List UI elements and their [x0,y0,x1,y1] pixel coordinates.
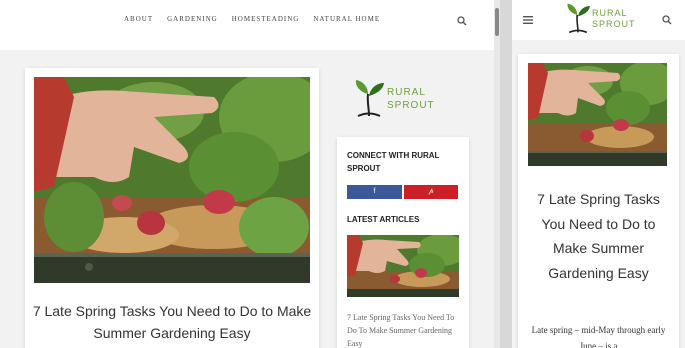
facebook-button[interactable]: f [347,185,402,199]
connect-heading: CONNECT WITH RURAL SPROUT [347,151,440,173]
article-title[interactable]: 7 Late Spring Tasks You Need to Do to Ma… [524,187,673,285]
logo-text-line1: RURAL [387,87,426,98]
sprout-logo-icon [567,3,590,34]
site-header: ABOUT GARDENING HOMESTEADING NATURAL HOM… [0,0,500,50]
sidebar: CONNECT WITH RURAL SPROUT f 𝓅 LATEST ART… [337,137,469,348]
article-hero-image[interactable] [528,63,667,166]
pinterest-button[interactable]: 𝓅 [404,185,458,199]
search-icon[interactable] [662,15,672,25]
latest-article-link[interactable]: 7 Late Spring Tasks You Need To Do To Ma… [347,311,459,348]
nav-homesteading[interactable]: HOMESTEADING [232,15,300,23]
mobile-site-logo[interactable]: RURAL SPROUT [564,2,636,34]
scrollbar-thumb[interactable] [495,8,499,36]
nav-about[interactable]: ABOUT [124,15,153,23]
logo-text-line2: SPROUT [387,100,435,111]
desktop-view: ABOUT GARDENING HOMESTEADING NATURAL HOM… [0,0,500,348]
main-nav: ABOUT GARDENING HOMESTEADING NATURAL HOM… [124,15,380,23]
site-logo[interactable]: RURAL SPROUT [352,78,452,118]
hamburger-menu-icon[interactable] [523,16,533,24]
sprout-logo-icon [355,80,384,117]
mobile-article-card: 7 Late Spring Tasks You Need to Do to Ma… [518,54,679,348]
logo-text-line1: RURAL [592,8,628,18]
nav-gardening[interactable]: GARDENING [167,15,218,23]
nav-natural-home[interactable]: NATURAL HOME [313,15,380,23]
latest-articles-heading: LATEST ARTICLES [347,215,420,224]
mobile-header: RURAL SPROUT [512,0,685,40]
logo-text-line2: SPROUT [592,19,636,29]
article-hero-image[interactable] [34,77,310,283]
featured-article-card: 7 Late Spring Tasks You Need to Do to Ma… [25,68,319,348]
article-excerpt: Late spring – mid-May through early June… [531,325,666,348]
search-icon[interactable] [457,16,467,26]
view-divider [500,0,512,348]
mobile-view: RURAL SPROUT 7 Late Spring Tasks You Nee… [512,0,685,348]
latest-article-thumbnail[interactable] [347,235,459,297]
article-title[interactable]: 7 Late Spring Tasks You Need to Do to Ma… [25,300,319,344]
